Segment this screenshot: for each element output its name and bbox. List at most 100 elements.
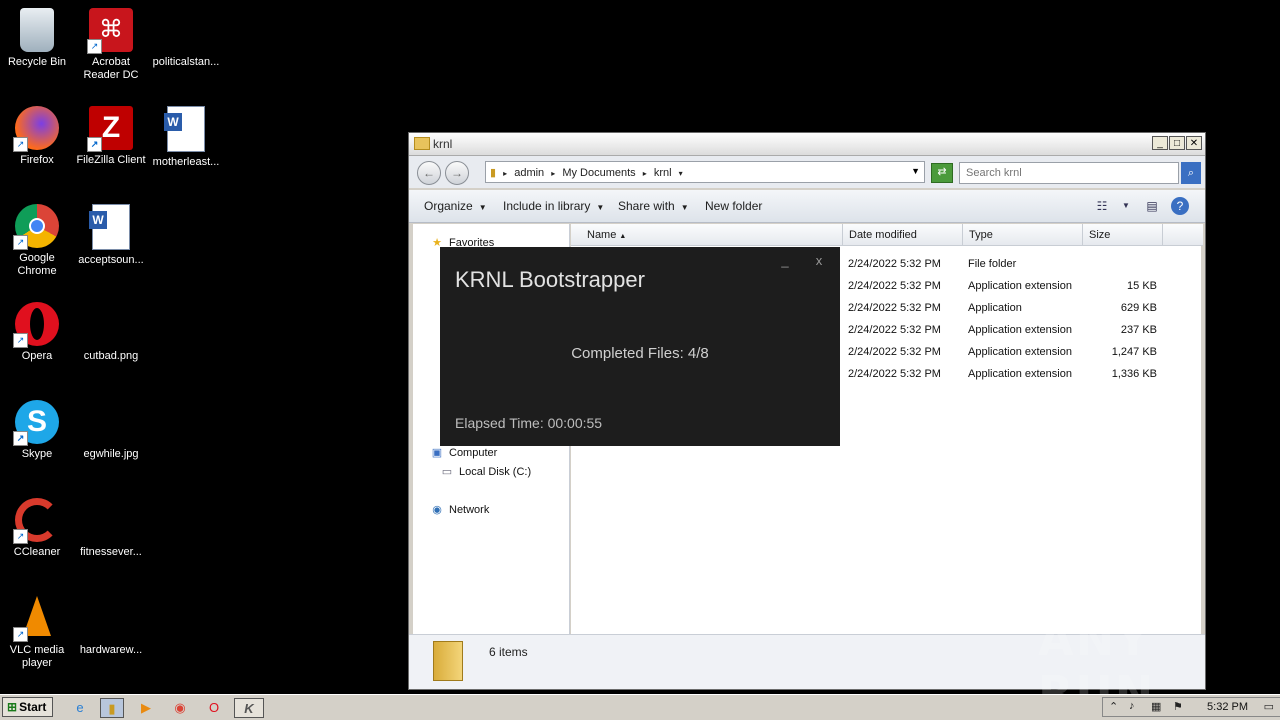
desktop-icon-filezilla[interactable]: Z ↗ FileZilla Client [74, 106, 148, 167]
completed-files-status: Completed Files: 4/8 [571, 345, 709, 362]
show-hidden-icons-icon[interactable]: ⌃ [1109, 700, 1118, 713]
show-desktop-icon[interactable]: ▭ [1264, 700, 1274, 713]
row-type: Application [968, 302, 1022, 314]
desktop-icon-recycle-bin[interactable]: Recycle Bin [0, 8, 74, 69]
desktop-icon-firefox[interactable]: ↗ Firefox [0, 106, 74, 167]
row-date: 2/24/2022 5:32 PM [848, 302, 941, 314]
desktop-icon-ccleaner[interactable]: ↗ CCleaner [0, 498, 74, 559]
start-label: Start [19, 700, 47, 714]
share-with-label: Share with [618, 199, 675, 213]
nav-item-local-disk[interactable]: ▭ Local Disk (C:) [439, 465, 531, 478]
desktop-icon-label: FileZilla Client [76, 154, 146, 166]
folder-icon [433, 641, 463, 681]
file-icon [89, 498, 133, 542]
title-bar[interactable]: krnl _ □ ✕ [409, 133, 1205, 156]
desktop-icon-fitnessever[interactable]: fitnessever... [74, 498, 148, 559]
desktop-icon-acceptsoun[interactable]: W acceptsoun... [74, 204, 148, 267]
breadcrumb-admin[interactable]: admin [514, 167, 544, 179]
desktop-icon-label: acceptsoun... [78, 254, 144, 266]
chevron-down-icon: ▼ [680, 203, 689, 212]
close-button[interactable]: ✕ [1186, 136, 1202, 150]
desktop-icon-vlc[interactable]: ↗ VLC media player [0, 596, 74, 670]
file-icon [89, 596, 133, 640]
flag-icon[interactable]: ⚑ [1173, 700, 1183, 713]
column-header-name[interactable]: Name ▲ [571, 224, 843, 246]
row-type: Application extension [968, 368, 1072, 380]
search-input[interactable] [959, 162, 1179, 184]
desktop-icon-motherleast[interactable]: W motherleast... [149, 106, 223, 169]
row-size: 1,247 KB [1111, 346, 1157, 358]
desktop-icon-label: fitnessever... [80, 546, 142, 558]
desktop-icon-label: Firefox [20, 154, 54, 166]
clock[interactable]: 5:32 PM [1207, 701, 1248, 713]
column-header-type[interactable]: Type [963, 224, 1083, 246]
close-button[interactable]: x [806, 253, 832, 273]
view-options-icon[interactable]: ☷ [1093, 197, 1111, 215]
chevron-right-icon: ▸ [503, 169, 508, 178]
nav-item-computer[interactable]: ▣ Computer [429, 446, 498, 459]
breadcrumb-krnl[interactable]: krnl [654, 167, 672, 179]
desktop-icon-label: Acrobat Reader DC [83, 56, 139, 81]
image-file-icon [89, 400, 133, 444]
chevron-down-icon[interactable]: ▼ [1117, 197, 1135, 215]
system-tray: ⌃ ♪ ▦ ⚑ 5:32 PM ▭ [1102, 697, 1280, 717]
chrome-icon: ↗ [13, 204, 59, 250]
desktop-icon-label: motherleast... [152, 156, 220, 168]
row-type: Application extension [968, 324, 1072, 336]
desktop-icon-acrobat[interactable]: ⌘ ↗ Acrobat Reader DC [74, 8, 148, 82]
folder-icon [414, 137, 430, 150]
file-icon [164, 8, 208, 52]
include-in-library-button[interactable]: Include in library ▼ [503, 199, 604, 213]
organize-button[interactable]: Organize ▼ [424, 199, 487, 213]
nav-item-label: Computer [449, 447, 498, 459]
command-bar: Organize ▼ Include in library ▼ Share with… [409, 190, 1205, 223]
address-bar-row: ← → ▮ ▸ admin ▸ My Documents ▸ krnl ▾ ▼ … [409, 156, 1205, 188]
network-icon: ◉ [432, 504, 442, 516]
opera-icon: ↗ [13, 302, 59, 348]
forward-button[interactable]: → [445, 161, 469, 185]
back-button[interactable]: ← [417, 161, 441, 185]
internet-explorer-icon[interactable]: e [68, 698, 92, 718]
desktop-icon-politicalstan[interactable]: politicalstan... [149, 8, 223, 69]
filezilla-icon: Z ↗ [87, 106, 133, 152]
chrome-taskbar-icon[interactable]: ◉ [168, 698, 192, 718]
help-icon[interactable]: ? [1171, 197, 1189, 215]
krnl-taskbar-icon[interactable]: K [234, 698, 264, 718]
minimize-button[interactable]: _ [1152, 136, 1168, 150]
minimize-button[interactable]: _ [772, 253, 798, 273]
preview-pane-icon[interactable]: ▤ [1143, 197, 1161, 215]
nav-item-label: Local Disk (C:) [459, 466, 532, 478]
recycle-bin-icon [20, 8, 54, 52]
desktop-icon-opera[interactable]: ↗ Opera [0, 302, 74, 363]
column-header-size[interactable]: Size [1083, 224, 1163, 246]
folder-icon: ▮ [490, 167, 497, 179]
new-folder-button[interactable]: New folder [705, 199, 762, 213]
acrobat-icon: ⌘ ↗ [87, 8, 133, 54]
media-player-icon[interactable]: ▶ [134, 698, 158, 718]
column-header-date[interactable]: Date modified [843, 224, 963, 246]
desktop-icon-egwhile[interactable]: egwhile.jpg [74, 400, 148, 461]
start-button[interactable]: ⊞ Start [2, 697, 53, 717]
desktop-icon-label: VLC media player [9, 644, 65, 669]
vlc-cone-icon: ↗ [13, 596, 59, 642]
maximize-button[interactable]: □ [1169, 136, 1185, 150]
address-dropdown-icon[interactable]: ▼ [911, 166, 920, 176]
search-icon[interactable]: ⌕ [1181, 162, 1201, 184]
desktop-icon-chrome[interactable]: ↗ Google Chrome [0, 204, 74, 278]
share-with-button[interactable]: Share with ▼ [618, 199, 689, 213]
desktop-icon-label: Google Chrome [17, 252, 57, 277]
network-tray-icon[interactable]: ▦ [1151, 700, 1161, 713]
address-bar[interactable]: ▮ ▸ admin ▸ My Documents ▸ krnl ▾ ▼ [485, 161, 925, 183]
krnl-bootstrapper-window[interactable]: KRNL Bootstrapper _ x Completed Files: 4… [440, 247, 840, 446]
desktop-icon-cutbad[interactable]: cutbad.png [74, 302, 148, 363]
nav-item-network[interactable]: ◉ Network [429, 503, 489, 516]
desktop-icon-label: hardwarew... [79, 644, 143, 656]
refresh-button[interactable]: ⇄ [931, 163, 953, 183]
opera-taskbar-icon[interactable]: O [202, 698, 226, 718]
chevron-right-icon: ▸ [642, 169, 647, 178]
explorer-taskbar-icon[interactable]: ▮ [100, 698, 124, 718]
volume-icon[interactable]: ♪ [1129, 700, 1135, 712]
breadcrumb-my-documents[interactable]: My Documents [562, 167, 635, 179]
desktop-icon-hardwarew[interactable]: hardwarew... [74, 596, 148, 657]
desktop-icon-skype[interactable]: S ↗ Skype [0, 400, 74, 461]
